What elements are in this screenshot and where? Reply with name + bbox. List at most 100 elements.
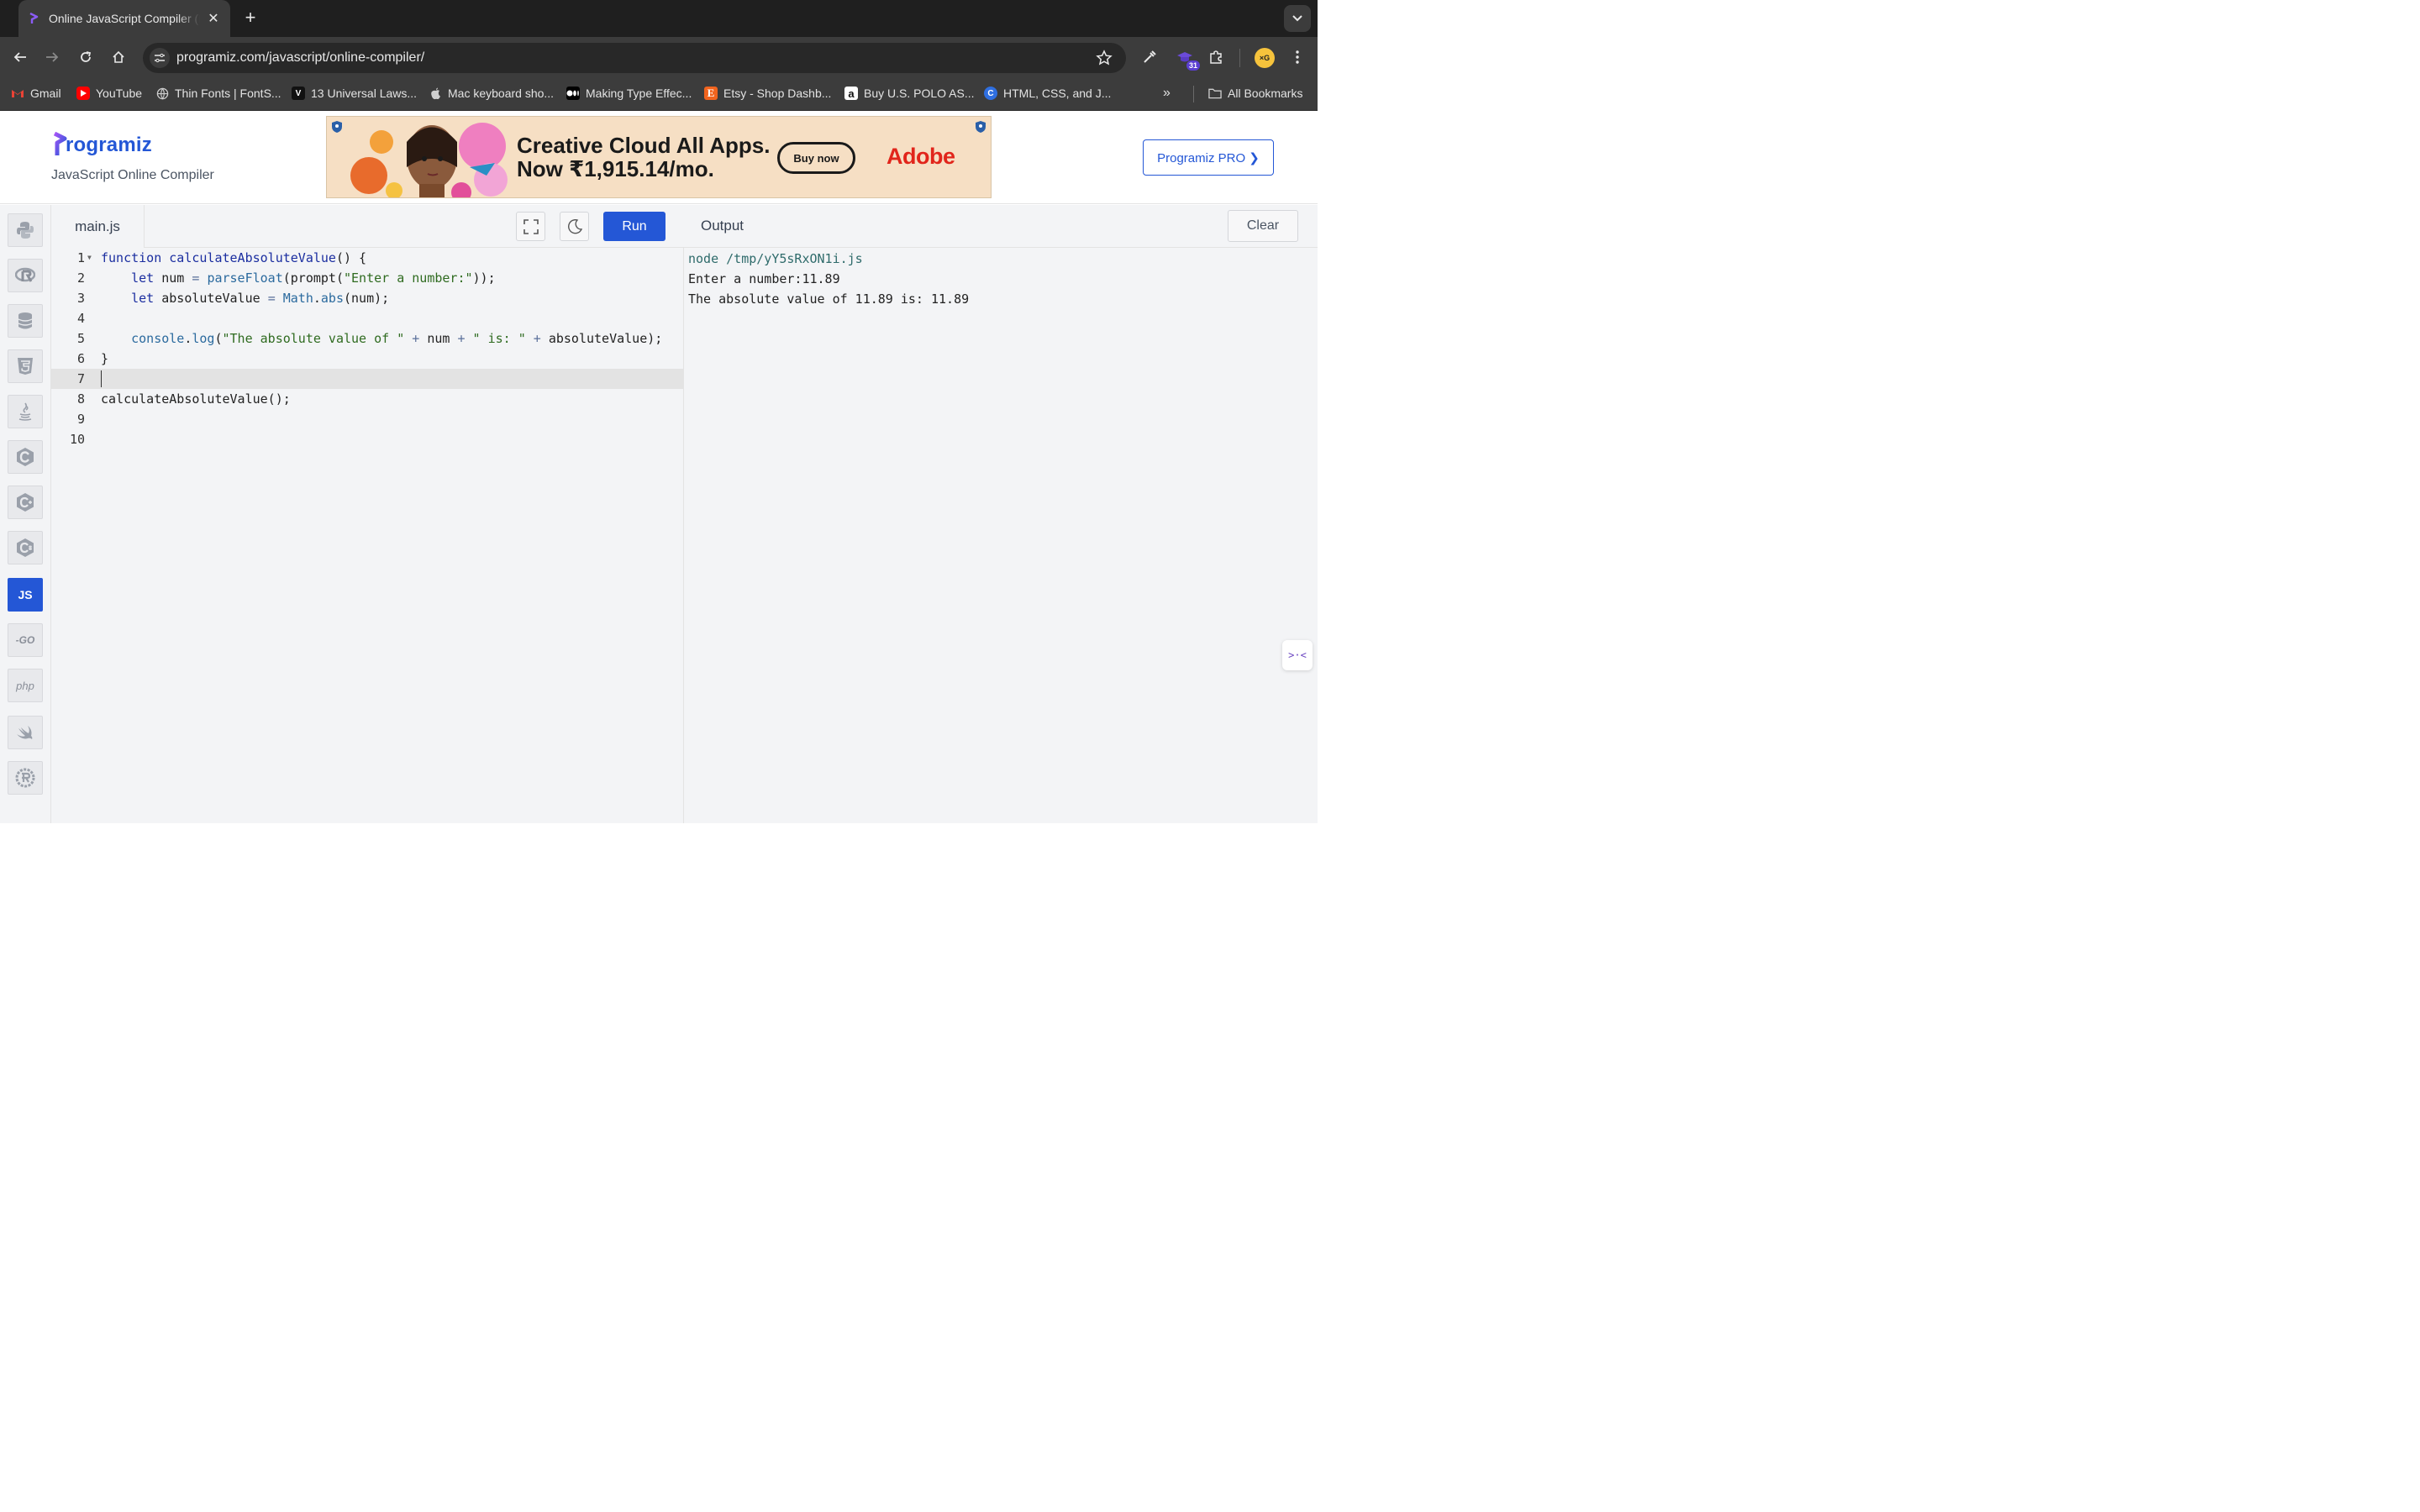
advertisement-banner[interactable]: Creative Cloud All Apps. Now ₹1,915.14/m… [326, 116, 992, 198]
code-line: 4 [51, 308, 684, 328]
code-text: function calculateAbsoluteValue() { [101, 250, 367, 265]
bookmark-making-type[interactable]: Making Type Effec... [566, 87, 692, 100]
sidebar-item-html[interactable] [8, 349, 43, 383]
forward-button[interactable] [39, 44, 66, 71]
output-line-command: node /tmp/yY5sRxON1i.js [688, 251, 863, 266]
swift-icon [17, 726, 33, 739]
ad-choices-shield-icon[interactable] [330, 120, 344, 134]
line-number: 7 [76, 371, 85, 386]
etsy-icon: E [704, 87, 718, 100]
html5-icon [18, 358, 33, 375]
output-line: The absolute value of 11.89 is: 11.89 [688, 291, 970, 307]
sidebar-item-rust[interactable] [8, 761, 43, 795]
home-icon [113, 50, 124, 63]
reload-button[interactable] [72, 44, 99, 71]
bookmark-universal-laws[interactable]: V 13 Universal Laws... [292, 87, 417, 100]
ad-choices-shield-icon[interactable] [974, 120, 987, 134]
feedback-widget-icon[interactable]: >·< [1282, 640, 1313, 670]
output-console[interactable]: node /tmp/yY5sRxON1i.js Enter a number:1… [684, 248, 1318, 823]
line-number: 3 [76, 291, 85, 306]
url-text: programiz.com/javascript/online-compiler… [176, 50, 425, 65]
bookmark-gmail[interactable]: Gmail [11, 87, 61, 100]
back-button[interactable] [7, 44, 34, 71]
bookmark-label: Gmail [30, 87, 61, 100]
sidebar-item-go[interactable]: -GO [8, 623, 43, 657]
sidebar-item-python[interactable] [8, 213, 43, 247]
php-label: php [16, 679, 34, 692]
line-number: 5 [76, 331, 85, 346]
output-line: Enter a number:11.89 [688, 271, 840, 286]
editor-header: main.js Run [51, 205, 684, 248]
address-bar[interactable]: programiz.com/javascript/online-compiler… [143, 43, 1126, 73]
sidebar-item-javascript[interactable]: JS [8, 578, 43, 612]
code-text: console.log("The absolute value of " + n… [131, 331, 663, 346]
home-button[interactable] [105, 44, 132, 71]
code-line: 1 ▼ function calculateAbsoluteValue() { [51, 248, 684, 268]
sidebar-item-php[interactable]: php [8, 669, 43, 702]
sidebar-item-c[interactable] [8, 440, 43, 474]
fullscreen-button[interactable] [516, 212, 545, 241]
programiz-pro-button[interactable]: Programiz PRO ❯ [1143, 139, 1274, 176]
bookmark-star-icon[interactable] [1096, 50, 1113, 66]
csharp-icon [17, 538, 34, 557]
programiz-favicon-icon [27, 12, 40, 25]
sidebar-item-cpp[interactable] [8, 486, 43, 519]
code-text: let num = parseFloat(prompt("Enter a num… [131, 270, 496, 286]
sidebar-item-r[interactable] [8, 259, 43, 292]
code-editor[interactable]: 1 ▼ function calculateAbsoluteValue() { … [51, 248, 684, 823]
browser-tab[interactable]: Online JavaScript Compiler (Editor) ✕ [18, 0, 230, 37]
extensions-puzzle-icon[interactable] [1204, 45, 1228, 69]
run-button[interactable]: Run [603, 212, 666, 241]
bookmark-mac-keyboard[interactable]: Mac keyboard sho... [429, 87, 554, 100]
database-icon [18, 312, 33, 329]
fold-arrow-icon[interactable]: ▼ [87, 248, 92, 268]
more-bookmarks-icon[interactable]: » [1163, 86, 1171, 101]
bookmark-label: Buy U.S. POLO AS... [864, 87, 975, 100]
all-bookmarks-button[interactable]: All Bookmarks [1208, 87, 1302, 100]
ad-buy-now-button[interactable]: Buy now [777, 142, 855, 174]
code-line: 5 console.log("The absolute value of " +… [51, 328, 684, 349]
output-header: Output Clear [684, 205, 1318, 248]
bookmark-label: 13 Universal Laws... [311, 87, 418, 100]
programiz-logo[interactable]: rogramiz [52, 132, 152, 157]
file-tab-main-js[interactable]: main.js [51, 205, 145, 248]
apple-icon [429, 87, 442, 100]
tab-search-button[interactable] [1284, 5, 1311, 32]
tab-title: Online JavaScript Compiler (Editor) [49, 12, 200, 25]
page-subtitle: JavaScript Online Compiler [51, 168, 214, 182]
eyedropper-extension-icon[interactable] [1138, 45, 1161, 69]
site-settings-icon[interactable] [150, 48, 170, 68]
new-tab-button[interactable]: + [239, 7, 262, 30]
brand-v-icon: V [292, 87, 305, 100]
r-icon [15, 267, 35, 282]
c-icon [17, 448, 34, 466]
bookmark-label: Mac keyboard sho... [448, 87, 555, 100]
javascript-label: JS [18, 588, 33, 601]
python-icon [17, 222, 34, 239]
arrow-right-icon [46, 52, 59, 62]
profile-avatar[interactable]: ×G [1255, 48, 1275, 68]
clear-button[interactable]: Clear [1228, 210, 1298, 242]
browser-menu-icon[interactable] [1286, 45, 1309, 69]
sidebar-item-csharp[interactable] [8, 531, 43, 564]
logo-text: rogramiz [66, 134, 152, 156]
bookmark-thin-fonts[interactable]: Thin Fonts | FontS... [155, 87, 281, 100]
hat-extension-icon[interactable]: 31 [1173, 45, 1200, 71]
sidebar-item-sql[interactable] [8, 304, 43, 338]
browser-tabbar: Online JavaScript Compiler (Editor) ✕ + [0, 0, 1318, 37]
sidebar-item-java[interactable] [8, 395, 43, 428]
bookmark-youtube[interactable]: YouTube [76, 87, 142, 100]
c-icon: C [984, 87, 997, 100]
line-number: 4 [76, 311, 85, 326]
theme-toggle-button[interactable] [560, 212, 589, 241]
bookmark-amazon[interactable]: a Buy U.S. POLO AS... [844, 87, 975, 100]
sidebar-item-swift[interactable] [8, 716, 43, 749]
tab-close-icon[interactable]: ✕ [207, 10, 220, 27]
bookmark-html-css[interactable]: C HTML, CSS, and J... [984, 87, 1111, 100]
code-text: let absoluteValue = Math.abs(num); [131, 291, 390, 306]
folder-icon [1208, 87, 1222, 100]
bookmark-label: Thin Fonts | FontS... [175, 87, 281, 100]
code-line: 9 [51, 409, 684, 429]
bookmark-etsy[interactable]: E Etsy - Shop Dashb... [704, 87, 831, 100]
line-number: 8 [76, 391, 85, 407]
